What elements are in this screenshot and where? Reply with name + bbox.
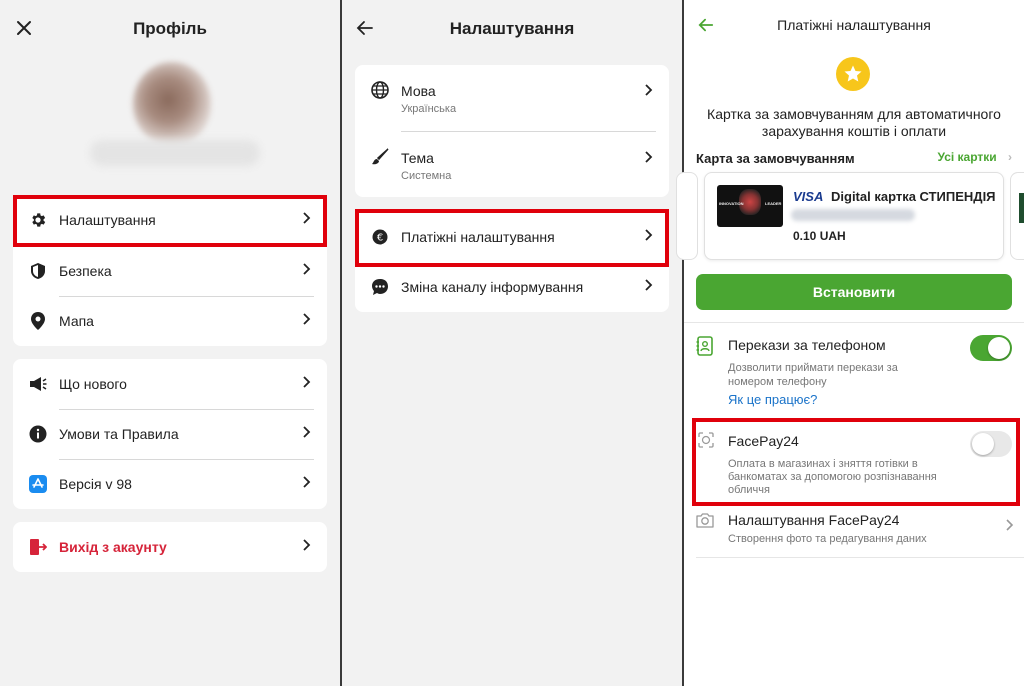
settings-item-value: Системна xyxy=(401,170,452,182)
profile-item-label: Умови та Правила xyxy=(59,426,179,442)
page-title: Налаштування xyxy=(449,19,575,38)
map-pin-icon xyxy=(29,312,47,330)
chevron-right-icon xyxy=(302,538,311,557)
avatar xyxy=(133,62,211,146)
settings-item-theme[interactable]: Тема Системна xyxy=(355,132,669,198)
profile-item-label: Що нового xyxy=(59,376,127,392)
profile-item-label: Безпека xyxy=(59,263,112,279)
star-icon xyxy=(836,57,870,91)
card-art-text-left: INNOVATION xyxy=(719,201,744,206)
chevron-right-icon xyxy=(302,312,311,331)
card-balance: 0.10 UAH xyxy=(793,229,846,243)
card-art: INNOVATION LEADER xyxy=(717,185,783,227)
phone-transfers-row: Перекази за телефоном Дозволити приймати… xyxy=(684,330,1024,410)
settings-item-label: Мова xyxy=(401,83,436,99)
phone-transfers-title: Перекази за телефоном xyxy=(728,337,886,353)
highlight-facepay xyxy=(692,418,1020,506)
chat-icon xyxy=(371,278,389,296)
profile-item-security[interactable]: Безпека xyxy=(13,246,327,296)
settings-group-1: Мова Українська Тема Системна xyxy=(355,65,669,197)
card-name: Digital картка СТИПЕНДІЯ xyxy=(831,189,996,204)
facepay-settings-row[interactable]: Налаштування FacePay24 Створення фото та… xyxy=(684,506,1024,556)
card-prev-peek[interactable] xyxy=(676,172,698,260)
globe-icon xyxy=(371,81,389,104)
settings-item-notification-channel[interactable]: Зміна каналу інформування xyxy=(355,262,669,312)
camera-icon xyxy=(696,512,714,533)
phone-transfers-toggle[interactable] xyxy=(970,335,1012,361)
how-it-works-link[interactable]: Як це працює? xyxy=(728,392,817,407)
chevron-right-icon xyxy=(644,278,653,297)
chevron-right-icon: › xyxy=(1008,150,1012,164)
settings-item-language[interactable]: Мова Українська xyxy=(355,65,669,131)
megaphone-icon xyxy=(29,375,47,393)
profile-item-label: Версія v 98 xyxy=(59,476,132,492)
chevron-right-icon xyxy=(644,150,653,169)
app-store-icon xyxy=(29,475,47,493)
chevron-right-icon xyxy=(302,262,311,281)
settings-item-value: Українська xyxy=(401,103,457,115)
profile-item-map[interactable]: Мапа xyxy=(13,296,327,346)
profile-item-whats-new[interactable]: Що нового xyxy=(13,359,327,409)
logout-card: Вихід з акаунту xyxy=(13,522,327,572)
user-name-blurred xyxy=(90,140,260,166)
facepay-settings-title: Налаштування FacePay24 xyxy=(728,512,900,528)
chevron-right-icon xyxy=(302,475,311,494)
page-title: Профіль xyxy=(133,19,207,38)
chevron-right-icon xyxy=(302,375,311,394)
profile-item-version[interactable]: Версія v 98 xyxy=(13,459,327,509)
chevron-right-icon xyxy=(644,83,653,102)
shield-icon xyxy=(29,262,47,280)
payment-settings-screen: Платіжні налаштування Картка за замовчув… xyxy=(676,0,1024,686)
brush-icon xyxy=(371,148,389,171)
page-title: Платіжні налаштування xyxy=(777,17,931,33)
card-next-peek[interactable] xyxy=(1010,172,1024,260)
profile-item-terms[interactable]: Умови та Правила xyxy=(13,409,327,459)
all-cards-link-label: Усі картки xyxy=(937,150,997,164)
settings-item-label: Тема xyxy=(401,150,434,166)
visa-logo: VISA xyxy=(793,189,824,204)
chevron-right-icon xyxy=(1005,518,1014,537)
highlight-payment-settings xyxy=(355,209,669,267)
chevron-right-icon xyxy=(302,425,311,444)
settings-item-label: Зміна каналу інформування xyxy=(401,279,584,295)
default-card-label: Карта за замовчуванням xyxy=(696,151,855,166)
highlight-settings xyxy=(13,195,327,247)
contact-book-icon xyxy=(696,336,714,361)
set-default-button[interactable]: Встановити xyxy=(696,274,1012,310)
default-card-description: Картка за замовчуванням для автоматичног… xyxy=(707,106,1001,139)
info-icon xyxy=(29,425,47,443)
card-art-text-right: LEADER xyxy=(765,201,782,206)
logout-button[interactable]: Вихід з акаунту xyxy=(13,522,327,572)
card-item[interactable]: INNOVATION LEADER VISA Digital картка СТ… xyxy=(704,172,1004,260)
logout-icon xyxy=(29,538,47,556)
profile-screen: Профіль Налаштування Безпека Мапа Що нов… xyxy=(0,0,340,686)
settings-screen: Налаштування Мова Українська Тема Систем… xyxy=(342,0,682,686)
facepay-settings-desc: Створення фото та редагування даних xyxy=(728,533,927,545)
profile-menu-group-2: Що нового Умови та Правила Версія v 98 xyxy=(13,359,327,509)
card-number-blurred xyxy=(791,209,915,221)
all-cards-link[interactable]: Усі картки › xyxy=(937,150,1012,164)
phone-transfers-desc: Дозволити приймати перекази за номером т… xyxy=(728,362,898,388)
logout-label: Вихід з акаунту xyxy=(59,539,167,555)
profile-item-label: Мапа xyxy=(59,313,94,329)
toggle-knob xyxy=(988,337,1010,359)
